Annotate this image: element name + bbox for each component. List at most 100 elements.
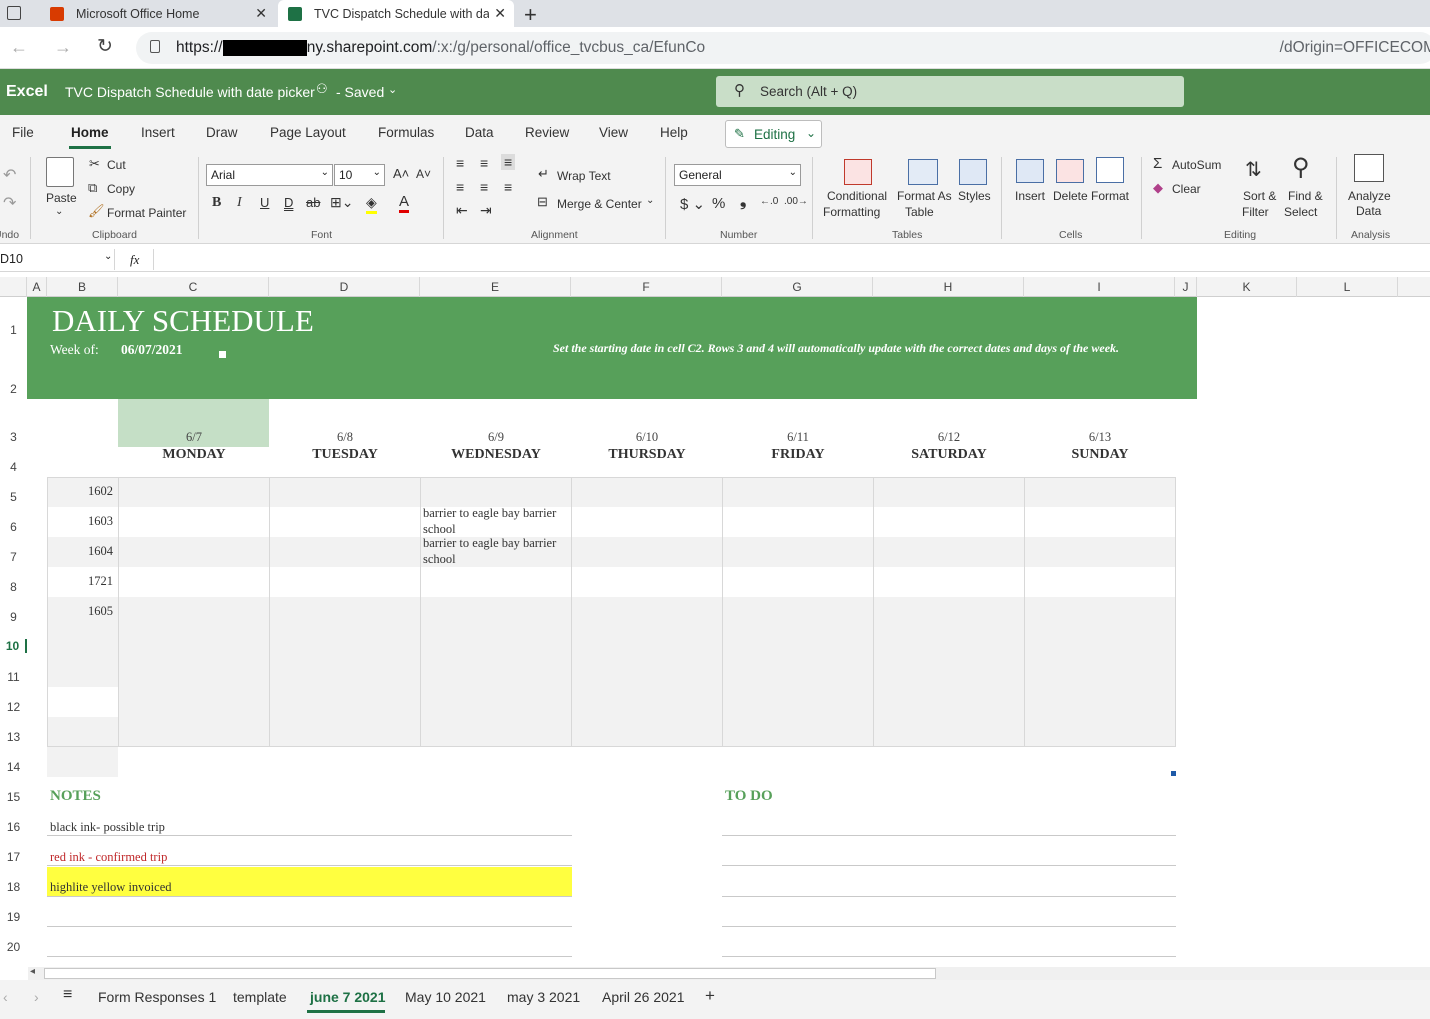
row-header[interactable]: 3 bbox=[0, 430, 27, 444]
row-header[interactable]: 13 bbox=[0, 730, 27, 744]
fill-color-icon[interactable]: ◈ bbox=[366, 194, 377, 214]
editing-mode-button[interactable]: ✎ Editing ⌄ bbox=[725, 120, 822, 148]
bus-number[interactable]: 1602 bbox=[88, 484, 113, 499]
tab-file[interactable]: File bbox=[12, 125, 34, 140]
autosum-button[interactable]: AutoSum bbox=[1172, 158, 1221, 172]
search-box[interactable]: ⚲ Search (Alt + Q) bbox=[716, 76, 1184, 107]
format-painter-button[interactable]: Format Painter bbox=[107, 206, 186, 220]
horizontal-scrollbar[interactable]: ◂ bbox=[28, 966, 1430, 980]
fill-handle[interactable] bbox=[1171, 771, 1176, 776]
strikethrough-icon[interactable]: ab bbox=[306, 195, 320, 210]
column-header-g[interactable]: G bbox=[722, 277, 873, 297]
decrease-indent-icon[interactable]: ⇤ bbox=[456, 202, 468, 219]
align-center-icon[interactable]: ≡ bbox=[480, 179, 488, 195]
column-header-i[interactable]: I bbox=[1024, 277, 1175, 297]
all-sheets-icon[interactable]: ≡ bbox=[63, 986, 72, 1004]
cell-styles-button[interactable]: Styles bbox=[958, 189, 991, 203]
sort-filter-button[interactable]: Sort & bbox=[1243, 189, 1276, 203]
column-header-b[interactable]: B bbox=[47, 277, 118, 297]
column-header-d[interactable]: D bbox=[269, 277, 420, 297]
tab-view[interactable]: View bbox=[599, 125, 628, 140]
sheet-tab[interactable]: may 3 2021 bbox=[507, 989, 580, 1005]
row-header[interactable]: 16 bbox=[0, 820, 27, 834]
align-right-icon[interactable]: ≡ bbox=[504, 179, 512, 195]
cut-button[interactable]: Cut bbox=[107, 158, 126, 172]
borders-icon[interactable]: ⊞⌄ bbox=[330, 194, 353, 211]
analyze-data-button[interactable]: Analyze bbox=[1348, 189, 1391, 203]
tab-page-layout[interactable]: Page Layout bbox=[270, 125, 346, 140]
trip-entry[interactable]: barrier to eagle bay barrier bbox=[423, 536, 556, 551]
tab-review[interactable]: Review bbox=[525, 125, 569, 140]
url-field[interactable]: https:// ny.sharepoint.com /:x:/g/person… bbox=[136, 32, 1430, 64]
note-confirmed-trip[interactable]: red ink - confirmed trip bbox=[50, 850, 167, 865]
format-as-table-button[interactable]: Format As bbox=[897, 189, 952, 203]
name-box[interactable]: D10 ⌄ bbox=[0, 249, 115, 270]
grow-font-icon[interactable]: A˄ bbox=[393, 166, 409, 181]
row-header[interactable]: 12 bbox=[0, 700, 27, 714]
row-header[interactable]: 1 bbox=[0, 323, 27, 337]
row-header[interactable]: 6 bbox=[0, 520, 27, 534]
column-header-k[interactable]: K bbox=[1197, 277, 1297, 297]
note-invoiced[interactable]: highlite yellow invoiced bbox=[50, 880, 172, 895]
shrink-font-icon[interactable]: A˅ bbox=[416, 167, 431, 181]
currency-icon[interactable]: $ ⌄ bbox=[680, 195, 705, 213]
column-header-a[interactable]: A bbox=[27, 277, 47, 297]
format-cells-button[interactable]: Format bbox=[1091, 189, 1129, 203]
font-name-select[interactable]: Arial ⌄ bbox=[206, 164, 333, 186]
align-bottom-icon[interactable]: ≡ bbox=[501, 154, 516, 170]
sheet-tab[interactable]: template bbox=[233, 989, 287, 1005]
forward-icon[interactable]: → bbox=[54, 37, 72, 58]
merge-center-button[interactable]: Merge & Center bbox=[557, 197, 642, 211]
paste-button[interactable]: Paste bbox=[46, 191, 77, 205]
comma-icon[interactable]: ❟ bbox=[740, 193, 746, 211]
column-header-h[interactable]: H bbox=[873, 277, 1024, 297]
bus-number[interactable]: 1603 bbox=[88, 514, 113, 529]
tab-data[interactable]: Data bbox=[465, 125, 494, 140]
row-header[interactable]: 9 bbox=[0, 610, 27, 624]
note-possible-trip[interactable]: black ink- possible trip bbox=[50, 820, 165, 835]
wrap-text-button[interactable]: Wrap Text bbox=[557, 169, 611, 183]
document-title[interactable]: TVC Dispatch Schedule with date picker bbox=[65, 84, 315, 100]
sheet-tab[interactable]: Form Responses 1 bbox=[98, 989, 216, 1005]
browser-tab-excel[interactable]: TVC Dispatch Schedule with date ✕ bbox=[278, 0, 514, 27]
row-header[interactable]: 14 bbox=[0, 760, 27, 774]
sheet-tab[interactable]: April 26 2021 bbox=[602, 989, 685, 1005]
schedule-title[interactable]: DAILY SCHEDULE bbox=[52, 303, 314, 339]
tab-home[interactable]: Home bbox=[71, 125, 109, 140]
row-header[interactable]: 4 bbox=[0, 460, 27, 474]
double-underline-icon[interactable]: D bbox=[284, 195, 293, 210]
row-header[interactable]: 2 bbox=[0, 382, 27, 396]
increase-indent-icon[interactable]: ⇥ bbox=[480, 202, 492, 219]
row-header-active[interactable]: 10 bbox=[0, 639, 27, 653]
app-name[interactable]: Excel bbox=[6, 83, 48, 101]
bus-number[interactable]: 1605 bbox=[88, 604, 113, 619]
scroll-left-icon[interactable]: ◂ bbox=[30, 966, 35, 977]
insert-cells-button[interactable]: Insert bbox=[1015, 189, 1045, 203]
close-icon[interactable]: ✕ bbox=[255, 5, 267, 22]
save-status[interactable]: - Saved bbox=[336, 84, 384, 100]
column-header-e[interactable]: E bbox=[420, 277, 571, 297]
tab-draw[interactable]: Draw bbox=[206, 125, 238, 140]
find-select-button[interactable]: Find & bbox=[1288, 189, 1323, 203]
add-sheet-icon[interactable]: + bbox=[705, 986, 715, 1006]
row-header[interactable]: 11 bbox=[0, 670, 27, 684]
back-icon[interactable]: ← bbox=[10, 37, 28, 58]
clear-button[interactable]: Clear bbox=[1172, 182, 1201, 196]
redo-icon[interactable]: ↷ bbox=[3, 193, 16, 213]
trip-entry[interactable]: barrier to eagle bay barrier bbox=[423, 506, 556, 521]
row-header[interactable]: 7 bbox=[0, 550, 27, 564]
font-color-icon[interactable]: A bbox=[399, 193, 410, 213]
copy-button[interactable]: Copy bbox=[107, 182, 135, 196]
row-header[interactable]: 15 bbox=[0, 790, 27, 804]
bus-number[interactable]: 1604 bbox=[88, 544, 113, 559]
tab-actions-icon[interactable] bbox=[7, 6, 21, 20]
column-header-j[interactable]: J bbox=[1175, 277, 1197, 297]
column-header-l[interactable]: L bbox=[1297, 277, 1398, 297]
reload-icon[interactable]: ↻ bbox=[97, 35, 113, 58]
scrollbar-thumb[interactable] bbox=[44, 968, 936, 979]
undo-icon[interactable]: ↶ bbox=[3, 165, 16, 185]
row-header[interactable]: 20 bbox=[0, 940, 27, 954]
align-left-icon[interactable]: ≡ bbox=[456, 179, 464, 195]
select-all-corner[interactable] bbox=[0, 277, 27, 297]
row-header[interactable]: 5 bbox=[0, 490, 27, 504]
